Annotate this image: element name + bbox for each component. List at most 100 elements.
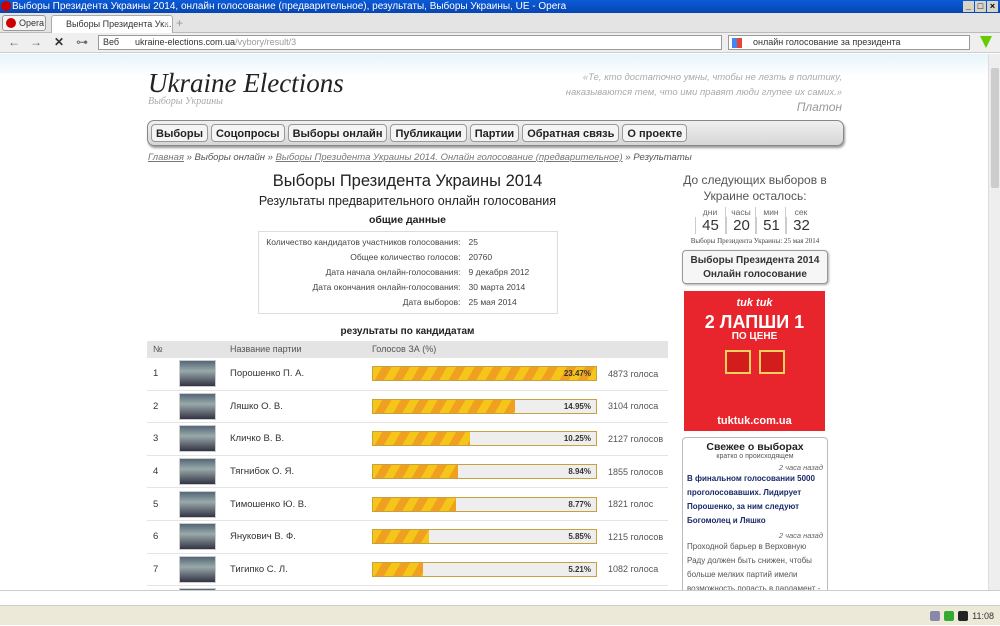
google-icon: [732, 38, 742, 48]
news-box: Свежее о выборах кратко о происходящем 2…: [682, 437, 828, 590]
row-number: 6: [153, 531, 159, 543]
news-item-link[interactable]: В финальном голосовании 5000 проголосова…: [687, 472, 823, 528]
candidate-photo: [179, 458, 216, 486]
general-data-table: Количество кандидатов участников голосов…: [257, 231, 558, 314]
vote-count: 1215 голосов: [608, 531, 664, 542]
candidate-photo: [179, 392, 216, 420]
breadcrumb: Главная » Выборы онлайн » Выборы Президе…: [148, 152, 692, 163]
tray-icon[interactable]: [958, 611, 969, 621]
search-input[interactable]: онлайн голосование за президента: [728, 35, 970, 50]
tab-active[interactable]: Выборы Президента Ук... ×: [51, 15, 173, 33]
system-tray: 11:08: [930, 606, 1000, 626]
tray-icon[interactable]: [930, 611, 941, 621]
menu-item-online-elections[interactable]: Выборы онлайн: [287, 124, 388, 142]
taskbar: 11:08: [0, 605, 1000, 625]
maximize-button[interactable]: □: [975, 1, 986, 12]
tab-title: Выборы Президента Ук...: [66, 19, 172, 29]
menu-item-polls[interactable]: Соцопросы: [210, 124, 285, 142]
table-row: 7 Тигипко С. Л. 5.21% 1082 голоса: [147, 554, 668, 587]
vote-count: 1855 голосов: [608, 466, 664, 477]
online-vote-button[interactable]: Выборы Президента 2014 Онлайн голосование: [682, 250, 828, 284]
stat-value: 25: [468, 237, 478, 247]
breadcrumb-sep: »: [622, 152, 634, 163]
breadcrumb-current: Результаты: [633, 152, 692, 163]
tray-icon[interactable]: [944, 611, 955, 621]
forward-icon[interactable]: →: [30, 35, 42, 49]
window-title: Выборы Президента Украины 2014, онлайн г…: [12, 1, 567, 12]
candidate-photo: [179, 555, 216, 583]
vote-count: 3104 голоса: [608, 401, 659, 412]
vote-percent: 10.25%: [563, 434, 591, 444]
ad-headline: 2 ЛАПШИ 1: [704, 312, 805, 332]
vote-progress-fill: [373, 562, 423, 576]
address-input[interactable]: Веб ukraine-elections.com.ua/vybory/resul…: [98, 35, 722, 50]
vote-button-line1: Выборы Президента 2014: [690, 255, 820, 266]
candidate-name[interactable]: Порошенко П. А.: [230, 368, 372, 379]
close-button[interactable]: ×: [987, 1, 998, 12]
opera-menu-button[interactable]: Opera: [2, 15, 46, 31]
vote-percent: 5.21%: [568, 564, 591, 574]
site-logo[interactable]: Ukraine Elections: [148, 68, 344, 99]
candidate-name[interactable]: Тимошенко Ю. В.: [230, 499, 372, 510]
row-number: 4: [153, 466, 159, 478]
countdown: дни 45 часы 20 мин 51 сек 32: [680, 207, 830, 234]
stat-value: 20760: [468, 252, 493, 262]
vote-progress-bar: 23.47%: [372, 366, 597, 382]
stat-row: Общее количество голосов: 20760: [259, 250, 557, 265]
breadcrumb-page[interactable]: Выборы Президента Украины 2014. Онлайн г…: [276, 152, 623, 163]
vote-progress-bar: 5.21%: [372, 561, 597, 577]
row-number: 3: [153, 433, 159, 445]
candidate-photo: [179, 425, 216, 453]
breadcrumb-home[interactable]: Главная: [148, 152, 184, 163]
clock: 11:08: [972, 611, 994, 621]
column-name: Название партии: [230, 344, 302, 354]
countdown-unit: часы: [731, 207, 751, 217]
site-logo-subtitle: Выборы Украины: [148, 96, 223, 107]
url-path: /vybory/result/3: [235, 37, 297, 47]
breadcrumb-sep: »: [183, 152, 195, 163]
advertisement-banner[interactable]: tuk tuk 2 ЛАПШИ 1 ПО ЦЕНЕ tuktuk.com.ua: [684, 291, 825, 431]
vote-count: 1821 голос: [608, 499, 654, 510]
stat-label: Дата окончания онлайн-голосования:: [312, 282, 461, 292]
ad-boxes-image: [684, 350, 825, 374]
countdown-title: До следующих выборов в Украине осталось:: [683, 173, 827, 203]
vertical-scrollbar[interactable]: [988, 54, 1000, 590]
candidate-name[interactable]: Кличко В. В.: [230, 433, 372, 444]
stop-icon[interactable]: ✕: [54, 35, 64, 49]
status-bar: [0, 590, 1000, 605]
minimize-button[interactable]: _: [963, 1, 974, 12]
vote-progress-fill: [373, 465, 458, 479]
countdown-unit: сек: [794, 207, 808, 217]
menu-item-feedback[interactable]: Обратная связь: [522, 124, 620, 142]
menu-item-about[interactable]: О проекте: [622, 124, 688, 142]
menu-item-parties[interactable]: Партии: [469, 124, 520, 142]
news-item-text[interactable]: Проходной барьер в Верховную Раду должен…: [687, 540, 823, 590]
home-key-icon[interactable]: ⊶: [76, 35, 88, 49]
download-icon[interactable]: [980, 36, 992, 48]
candidate-name[interactable]: Тягнибок О. Я.: [230, 466, 372, 477]
table-row: 4 Тягнибок О. Я. 8.94% 1855 голосов: [147, 456, 668, 489]
vote-progress-bar: 5.85%: [372, 529, 597, 545]
scrollbar-thumb[interactable]: [991, 68, 999, 188]
candidate-name[interactable]: Ляшко О. В.: [230, 401, 372, 412]
ad-subheadline: ПО ЦЕНЕ: [731, 331, 778, 342]
candidate-name[interactable]: Тигипко С. Л.: [230, 564, 372, 575]
stat-value: 9 декабря 2012: [468, 267, 530, 277]
row-number: 7: [153, 563, 159, 575]
menu-item-publications[interactable]: Публикации: [390, 124, 467, 142]
new-tab-button[interactable]: +: [176, 16, 183, 30]
stat-row: Количество кандидатов участников голосов…: [259, 235, 557, 250]
results-table-body: 1 Порошенко П. А. 23.47% 4873 голоса 2 Ляшко …: [147, 358, 668, 590]
stat-value: 25 мая 2014: [468, 297, 517, 307]
search-query: онлайн голосование за президента: [753, 37, 901, 47]
candidate-name[interactable]: Янукович В. Ф.: [230, 531, 372, 542]
tab-bar: Opera Выборы Президента Ук... × +: [0, 13, 1000, 33]
back-icon[interactable]: ←: [8, 35, 20, 49]
stat-row: Дата выборов: 25 мая 2014: [259, 295, 557, 310]
quote-author: Платон: [796, 100, 842, 114]
tab-close-icon[interactable]: ×: [164, 16, 169, 32]
address-toolbar: ← → ✕ ⊶ Веб ukraine-elections.com.ua/vybo…: [0, 33, 1000, 53]
vote-progress-fill: [373, 497, 457, 511]
menu-item-elections[interactable]: Выборы: [151, 124, 208, 142]
results-heading: результаты по кандидатам: [340, 326, 475, 337]
